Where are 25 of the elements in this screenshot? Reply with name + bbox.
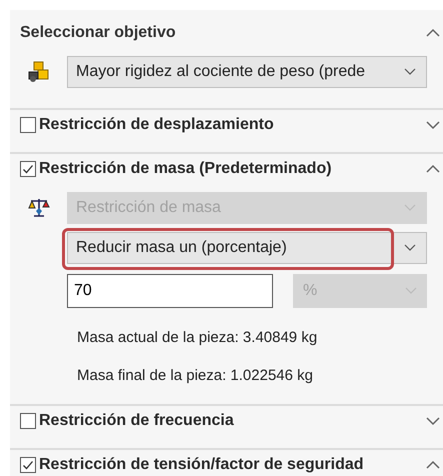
checkbox[interactable]	[20, 413, 36, 429]
section-title[interactable]: Restricción de desplazamiento	[39, 116, 426, 134]
chevron-icon[interactable]	[426, 416, 440, 426]
section-title[interactable]: Restricción de masa (Predeterminado)	[39, 160, 426, 178]
balance-scale-icon	[28, 197, 50, 219]
section-title[interactable]: Restricción de tensión/factor de seguridad	[39, 456, 426, 474]
dropdown[interactable]: Reducir masa un (porcentaje)	[67, 232, 427, 264]
caret-icon	[405, 287, 417, 295]
checkbox[interactable]	[20, 457, 36, 473]
checkbox[interactable]	[20, 117, 36, 133]
mass-info-text: Masa actual de la pieza: 3.40849 kg	[76, 329, 318, 346]
chevron-icon[interactable]	[426, 164, 440, 174]
section-title[interactable]: Seleccionar objetivo	[20, 24, 426, 42]
dropdown[interactable]: Mayor rigidez al cociente de peso (prede	[67, 56, 427, 88]
caret-icon	[404, 244, 416, 252]
chevron-icon[interactable]	[426, 28, 440, 38]
chevron-icon[interactable]	[426, 460, 440, 470]
caret-icon	[404, 204, 416, 212]
caret-icon	[404, 68, 416, 76]
section-title[interactable]: Restricción de frecuencia	[39, 412, 426, 430]
blocks-icon	[28, 61, 50, 83]
chevron-icon[interactable]	[426, 120, 440, 130]
mass-info-text: Masa final de la pieza: 1.022546 kg	[76, 367, 314, 384]
checkbox[interactable]	[20, 161, 36, 177]
amount-field[interactable]: 70	[67, 274, 273, 308]
